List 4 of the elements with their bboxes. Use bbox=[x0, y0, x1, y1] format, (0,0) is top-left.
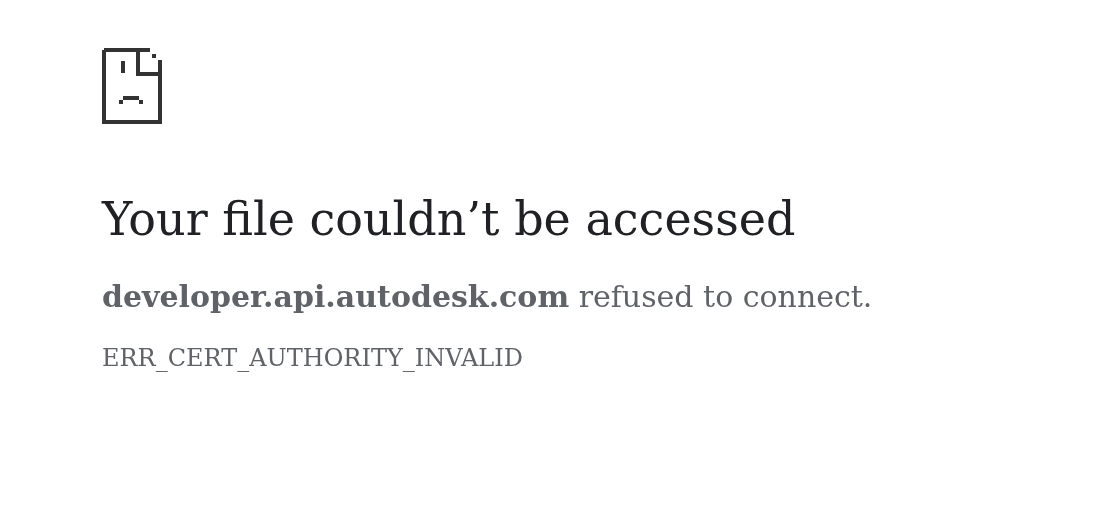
error-message: developer.api.autodesk.com refused to connect. bbox=[102, 278, 874, 316]
error-heading: Your file couldn’t be accessed bbox=[102, 191, 797, 248]
error-code: ERR_CERT_AUTHORITY_INVALID bbox=[102, 343, 524, 373]
sad-file-icon bbox=[102, 48, 162, 125]
